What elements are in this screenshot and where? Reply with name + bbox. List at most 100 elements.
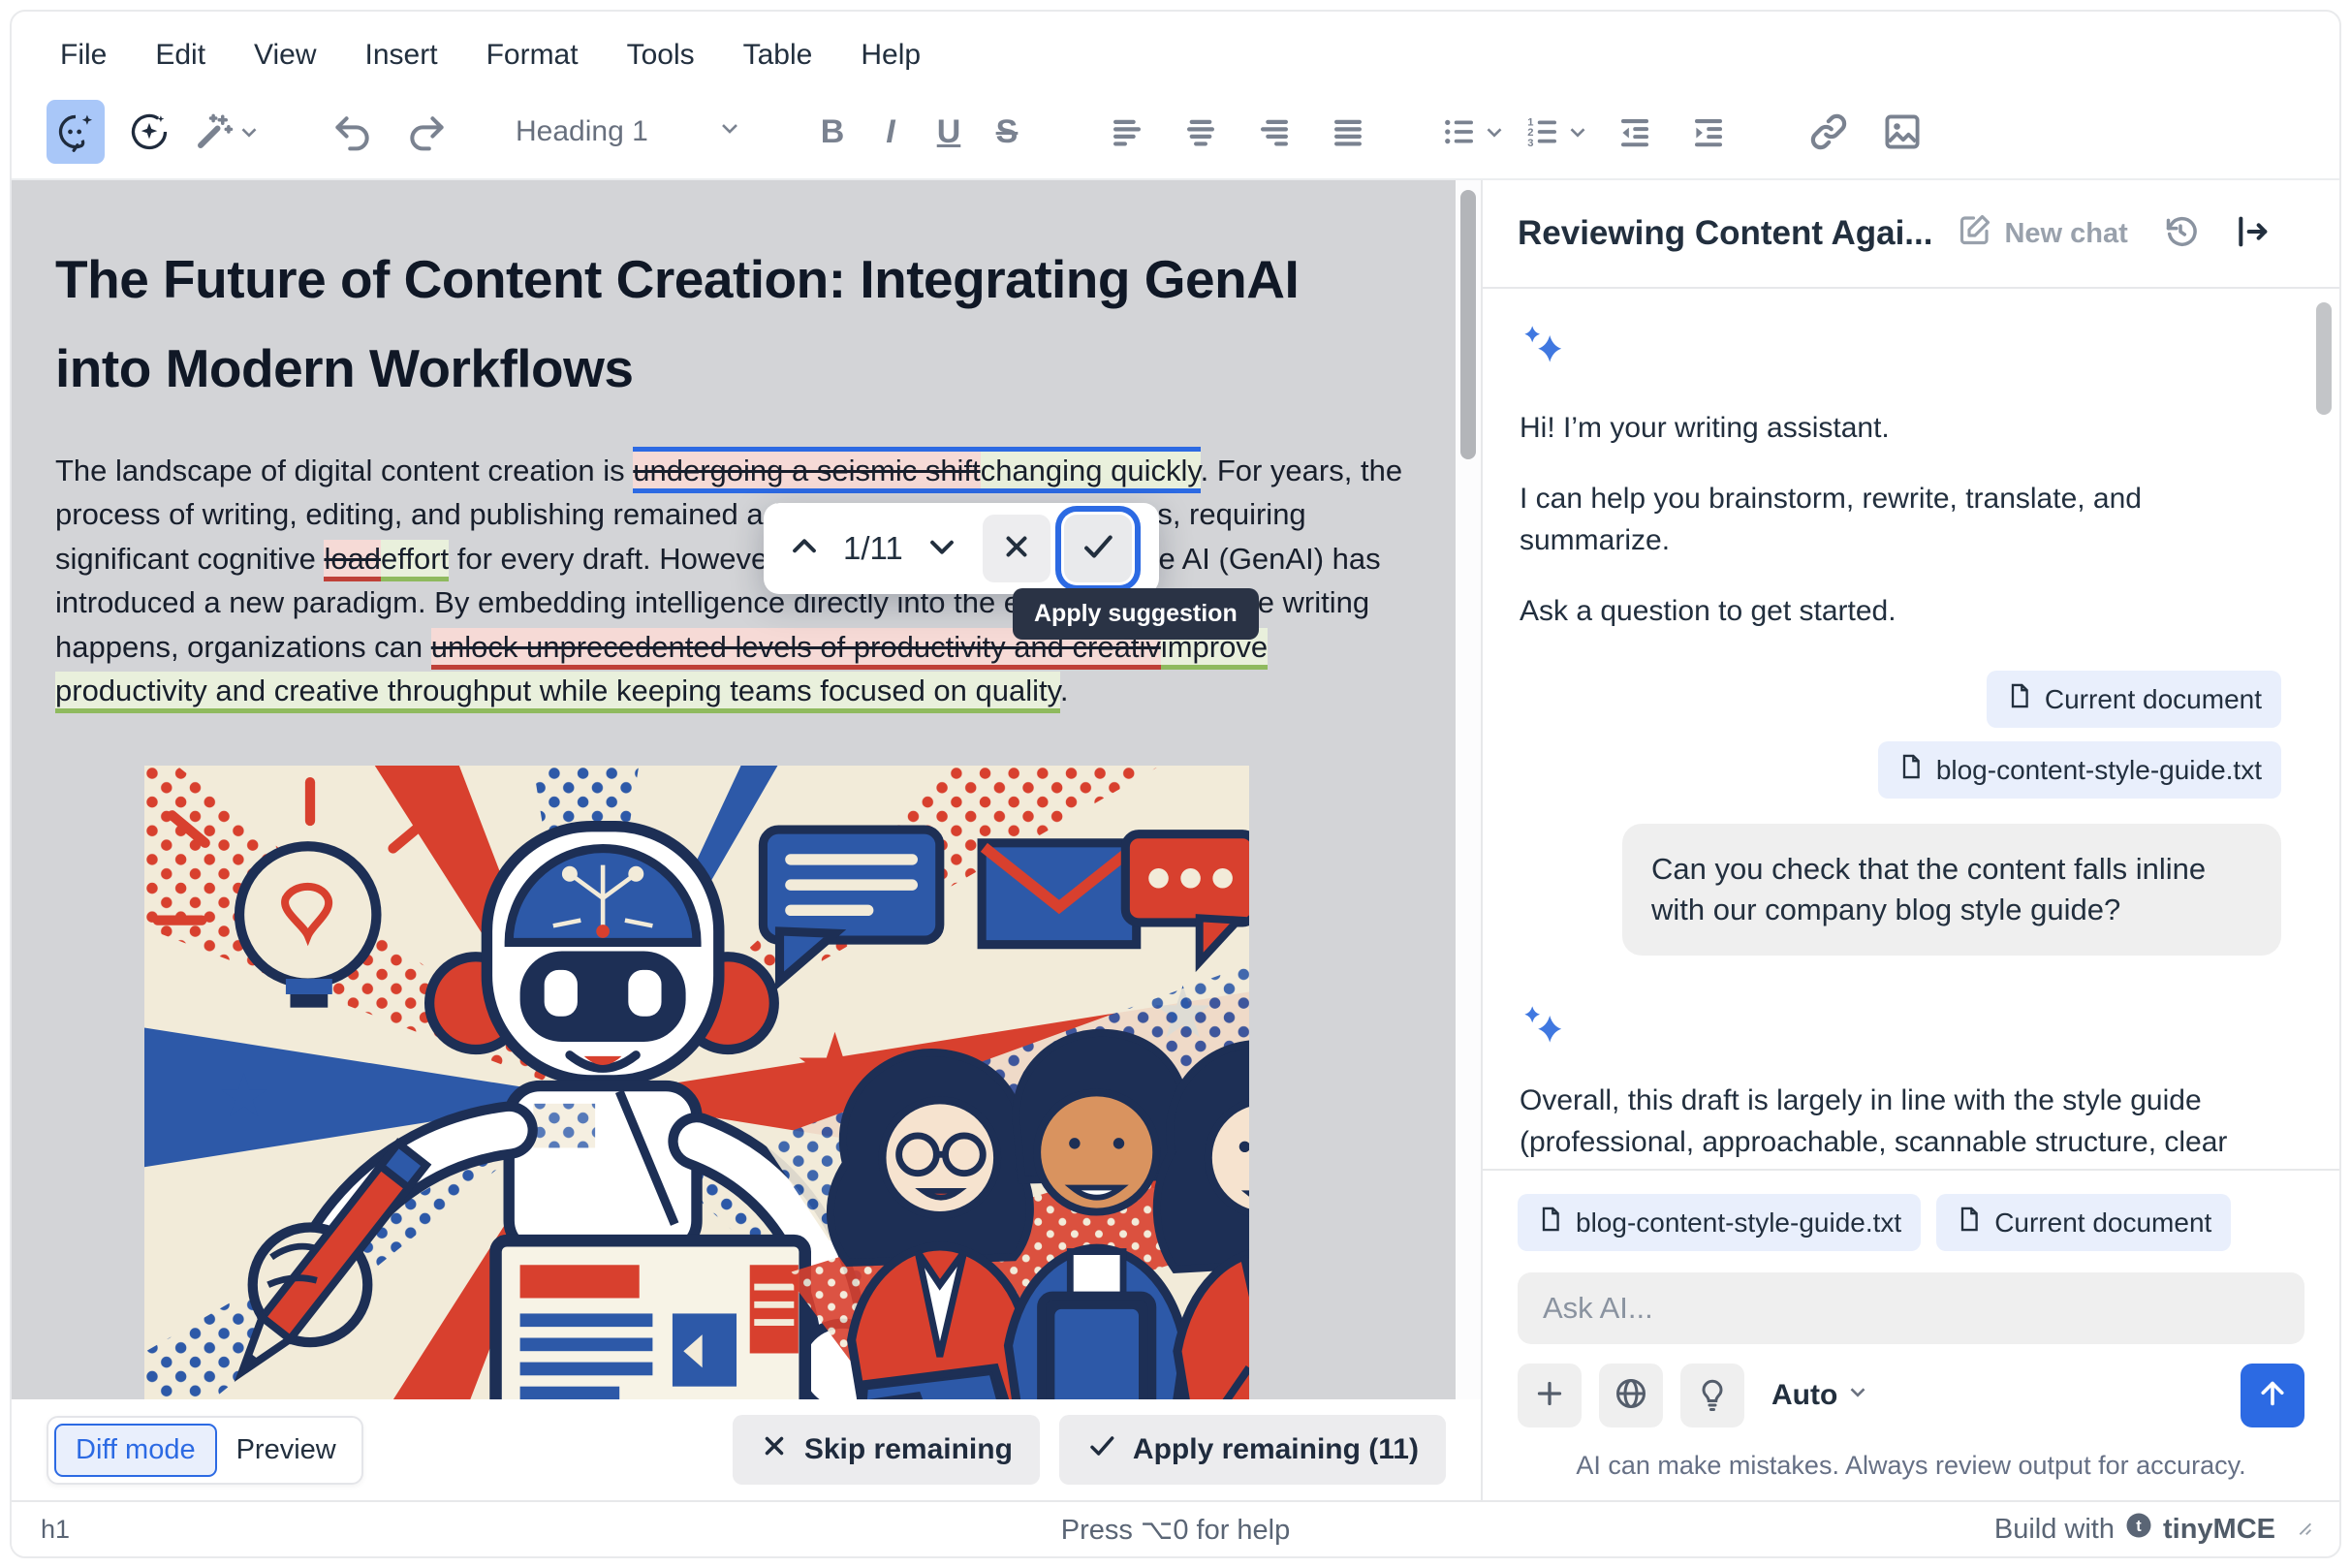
conversation-title: Reviewing Content Agai...	[1518, 214, 1932, 253]
suggestion-counter: 1/11	[837, 530, 909, 567]
lightbulb-icon	[1695, 1376, 1730, 1416]
chat-scrollbar-thumb[interactable]	[2316, 302, 2332, 415]
status-bar: h1 Press ⌥0 for help Build with t tinyMC…	[12, 1500, 2339, 1556]
previous-suggestion-button[interactable]	[777, 521, 831, 576]
svg-text:t: t	[2136, 1518, 2142, 1535]
document-illustration[interactable]	[144, 766, 1249, 1399]
editor-canvas[interactable]: The Future of Content Creation: Integrat…	[12, 180, 1456, 1399]
chevron-down-icon	[925, 530, 958, 568]
undo-icon	[331, 110, 374, 153]
menu-file[interactable]: File	[60, 39, 107, 72]
context-chip-current-document[interactable]: Current document	[1987, 671, 2281, 728]
branding-prefix: Build with	[1994, 1514, 2115, 1546]
chevron-down-icon	[1565, 119, 1590, 144]
new-chat-button[interactable]: New chat	[1958, 212, 2127, 255]
web-search-button[interactable]	[1599, 1364, 1663, 1427]
toolbar: Heading 1 B I U S	[12, 85, 2339, 178]
undo-button[interactable]	[324, 100, 382, 164]
preview-tab[interactable]: Preview	[217, 1426, 356, 1475]
context-chip-style-guide[interactable]: blog-content-style-guide.txt	[1878, 741, 2281, 799]
ai-disclaimer: AI can make mistakes. Always review outp…	[1518, 1427, 2304, 1500]
ask-ai-input[interactable]	[1518, 1272, 2304, 1344]
bullet-list-button[interactable]	[1439, 100, 1507, 164]
user-message-bubble: Can you check that the content falls inl…	[1622, 824, 2281, 956]
add-attachment-button[interactable]	[1518, 1364, 1582, 1427]
redo-button[interactable]	[397, 100, 455, 164]
align-left-icon	[1107, 111, 1147, 152]
image-button[interactable]	[1873, 100, 1931, 164]
skip-remaining-button[interactable]: Skip remaining	[733, 1415, 1040, 1485]
chat-message-list[interactable]: Hi! I’m your writing assistant. I can he…	[1483, 289, 2339, 1169]
document-title[interactable]: The Future of Content Creation: Integrat…	[55, 235, 1383, 414]
link-button[interactable]	[1800, 100, 1858, 164]
italic-button[interactable]: I	[862, 100, 920, 164]
diff-deleted[interactable]: load	[324, 540, 381, 581]
apply-remaining-button[interactable]: Apply remaining (11)	[1059, 1415, 1446, 1485]
ai-shortcuts-button[interactable]	[120, 100, 178, 164]
justify-button[interactable]	[1319, 100, 1377, 164]
align-right-icon	[1254, 111, 1295, 152]
editor-column: The Future of Content Creation: Integrat…	[12, 180, 1481, 1500]
editor-scrollbar-thumb[interactable]	[1460, 190, 1476, 459]
editor-scrollbar[interactable]	[1456, 180, 1481, 1399]
numbered-list-button[interactable]: 123	[1522, 100, 1590, 164]
diff-added[interactable]: effort	[381, 540, 449, 581]
assistant-message: Ask a question to get started.	[1520, 590, 2281, 632]
chevron-down-icon	[1845, 1379, 1870, 1412]
check-icon	[1080, 528, 1116, 570]
context-chip-label: blog-content-style-guide.txt	[1936, 755, 2262, 786]
menu-edit[interactable]: Edit	[155, 39, 205, 72]
diff-deleted-selected[interactable]: undergoing a seismic shift	[633, 447, 980, 493]
branding[interactable]: Build with t tinyMCE	[1994, 1511, 2314, 1548]
menu-format[interactable]: Format	[486, 39, 579, 72]
assistant-message: Hi! I’m your writing assistant.	[1520, 407, 2281, 449]
document-icon	[1897, 753, 1925, 787]
history-button[interactable]	[2161, 212, 2200, 256]
ai-chat-icon	[54, 110, 97, 153]
bold-button[interactable]: B	[803, 100, 862, 164]
ai-assistant-button[interactable]	[47, 100, 105, 164]
next-suggestion-button[interactable]	[915, 521, 969, 576]
resize-handle-icon[interactable]	[2293, 1514, 2314, 1546]
context-chip-label: Current document	[2045, 684, 2262, 715]
image-icon	[1881, 110, 1924, 153]
input-chip-style-guide[interactable]: blog-content-style-guide.txt	[1518, 1194, 1921, 1251]
diff-added-selected[interactable]: changing quickly	[981, 447, 1201, 493]
reject-suggestion-button[interactable]	[983, 515, 1050, 582]
align-right-button[interactable]	[1245, 100, 1303, 164]
apply-suggestion-button[interactable]	[1064, 515, 1132, 582]
magic-wand-button[interactable]	[194, 100, 262, 164]
collapse-sidebar-button[interactable]	[2233, 212, 2272, 256]
input-chip-current-document[interactable]: Current document	[1936, 1194, 2231, 1251]
history-icon	[2161, 238, 2200, 255]
ideas-button[interactable]	[1680, 1364, 1744, 1427]
model-selector[interactable]: Auto	[1771, 1379, 1870, 1412]
send-button[interactable]	[2241, 1364, 2304, 1427]
branding-name: tinyMCE	[2163, 1514, 2275, 1546]
apply-remaining-label: Apply remaining (11)	[1133, 1433, 1419, 1466]
diff-mode-tab[interactable]: Diff mode	[54, 1424, 217, 1477]
menu-help[interactable]: Help	[861, 39, 921, 72]
menu-view[interactable]: View	[254, 39, 316, 72]
plus-icon	[1532, 1376, 1567, 1416]
strikethrough-button[interactable]: S	[978, 100, 1036, 164]
input-chip-label: Current document	[1994, 1207, 2211, 1239]
redo-icon	[405, 110, 448, 153]
ai-sparkle-icon	[1520, 324, 1566, 370]
align-center-button[interactable]	[1172, 100, 1230, 164]
align-left-button[interactable]	[1098, 100, 1156, 164]
format-select[interactable]: Heading 1	[506, 100, 753, 164]
tinymce-logo-icon: t	[2124, 1511, 2153, 1548]
justify-icon	[1328, 111, 1368, 152]
document-paragraph[interactable]: The landscape of digital content creatio…	[55, 449, 1426, 713]
close-icon	[760, 1431, 789, 1468]
suggestion-navigator: 1/11	[764, 503, 1159, 594]
menu-table[interactable]: Table	[743, 39, 813, 72]
menu-tools[interactable]: Tools	[627, 39, 695, 72]
underline-button[interactable]: U	[920, 100, 978, 164]
indent-button[interactable]	[1679, 100, 1738, 164]
outdent-button[interactable]	[1606, 100, 1664, 164]
document-icon	[1537, 1206, 1564, 1239]
menu-insert[interactable]: Insert	[365, 39, 438, 72]
chevron-down-icon	[236, 119, 262, 144]
